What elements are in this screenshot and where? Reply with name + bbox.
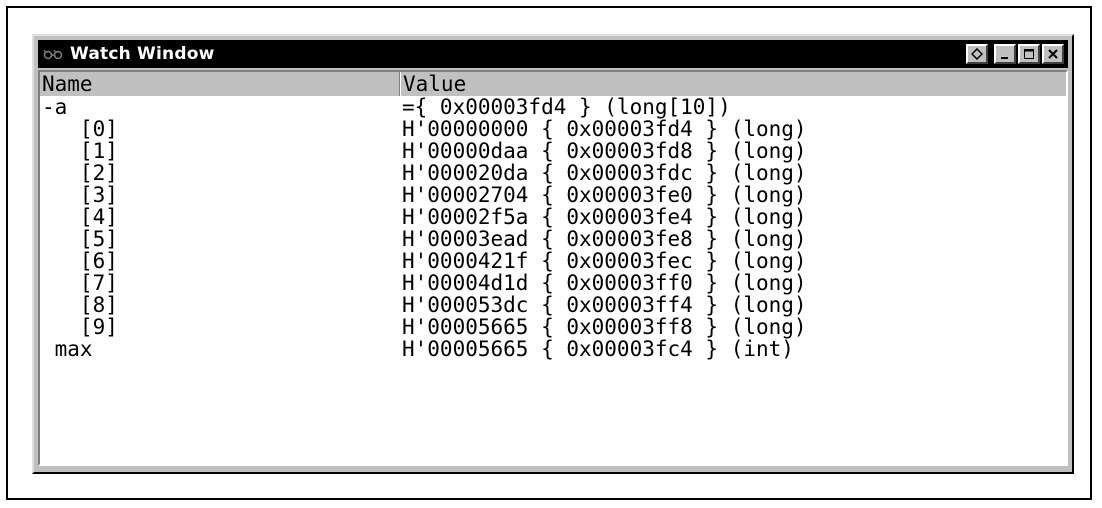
- row-value: H'00002704 { 0x00003fe0 } (long): [402, 183, 807, 207]
- table-row[interactable]: [7] H'00004d1d { 0x00003ff0 } (long): [40, 272, 1066, 294]
- row-name: [5]: [42, 227, 118, 251]
- table-row[interactable]: [3] H'00002704 { 0x00003fe0 } (long): [40, 184, 1066, 206]
- row-value: H'00000daa { 0x00003fd8 } (long): [402, 139, 807, 163]
- row-value: H'00000000 { 0x00003fd4 } (long): [402, 117, 807, 141]
- row-value: H'00004d1d { 0x00003ff0 } (long): [402, 271, 807, 295]
- watch-window: Watch Window Name Value -a ={0x00003fd4…: [32, 34, 1074, 474]
- pin-icon: [970, 45, 984, 64]
- pin-button[interactable]: [966, 44, 988, 64]
- row-name: [7]: [42, 271, 118, 295]
- title-buttons: [966, 44, 1064, 64]
- figure-frame: Watch Window Name Value -a ={0x00003fd4…: [6, 6, 1092, 500]
- table-row[interactable]: [8] H'000053dc { 0x00003ff4 } (long): [40, 294, 1066, 316]
- row-name: [9]: [42, 315, 118, 339]
- column-header-value[interactable]: Value: [400, 72, 1066, 96]
- minimize-icon: [999, 45, 1011, 64]
- table-row[interactable]: [0] H'00000000 { 0x00003fd4 } (long): [40, 118, 1066, 140]
- row-value: H'00002f5a { 0x00003fe4 } (long): [402, 205, 807, 229]
- column-header: Name Value: [40, 72, 1066, 96]
- minimize-button[interactable]: [994, 44, 1016, 64]
- row-value: H'00005665 { 0x00003ff8 } (long): [402, 315, 807, 339]
- row-name: [3]: [42, 183, 118, 207]
- row-name: [4]: [42, 205, 118, 229]
- row-value: ={ 0x00003fd4 } (long[10]): [402, 95, 731, 119]
- close-button[interactable]: [1042, 44, 1064, 64]
- row-name: [1]: [42, 139, 118, 163]
- table-row[interactable]: [9] H'00005665 { 0x00003ff8 } (long): [40, 316, 1066, 338]
- table-row[interactable]: [2] H'000020da { 0x00003fdc } (long): [40, 162, 1066, 184]
- row-name: [6]: [42, 249, 118, 273]
- table-row[interactable]: [4] H'00002f5a { 0x00003fe4 } (long): [40, 206, 1066, 228]
- row-value: H'00003ead { 0x00003fe8 } (long): [402, 227, 807, 251]
- table-row[interactable]: [1] H'00000daa { 0x00003fd8 } (long): [40, 140, 1066, 162]
- row-value: H'000020da { 0x00003fdc } (long): [402, 161, 807, 185]
- row-name: [0]: [42, 117, 118, 141]
- maximize-button[interactable]: [1018, 44, 1040, 64]
- row-name: max: [42, 337, 93, 361]
- row-name: [8]: [42, 293, 118, 317]
- window-title: Watch Window: [70, 44, 215, 64]
- watch-list[interactable]: Name Value -a ={ 0x00003fd4 } (long[10])…: [38, 70, 1068, 466]
- row-name: -a: [42, 95, 68, 119]
- row-value: H'0000421f { 0x00003fec } (long): [402, 249, 807, 273]
- row-name: [2]: [42, 161, 118, 185]
- table-row[interactable]: max H'00005665 { 0x00003fc4 } (int): [40, 338, 1066, 360]
- column-header-name[interactable]: Name: [40, 72, 400, 96]
- watch-glasses-icon: [42, 42, 66, 66]
- watch-rows: -a ={ 0x00003fd4 } (long[10]) [0] H'0000…: [40, 96, 1066, 360]
- close-icon: [1047, 45, 1059, 64]
- table-row[interactable]: [5] H'00003ead { 0x00003fe8 } (long): [40, 228, 1066, 250]
- row-value: H'00005665 { 0x00003fc4 } (int): [402, 337, 794, 361]
- title-bar[interactable]: Watch Window: [38, 40, 1068, 68]
- maximize-icon: [1023, 45, 1035, 64]
- table-row[interactable]: -a ={ 0x00003fd4 } (long[10]): [40, 96, 1066, 118]
- table-row[interactable]: [6] H'0000421f { 0x00003fec } (long): [40, 250, 1066, 272]
- row-value: H'000053dc { 0x00003ff4 } (long): [402, 293, 807, 317]
